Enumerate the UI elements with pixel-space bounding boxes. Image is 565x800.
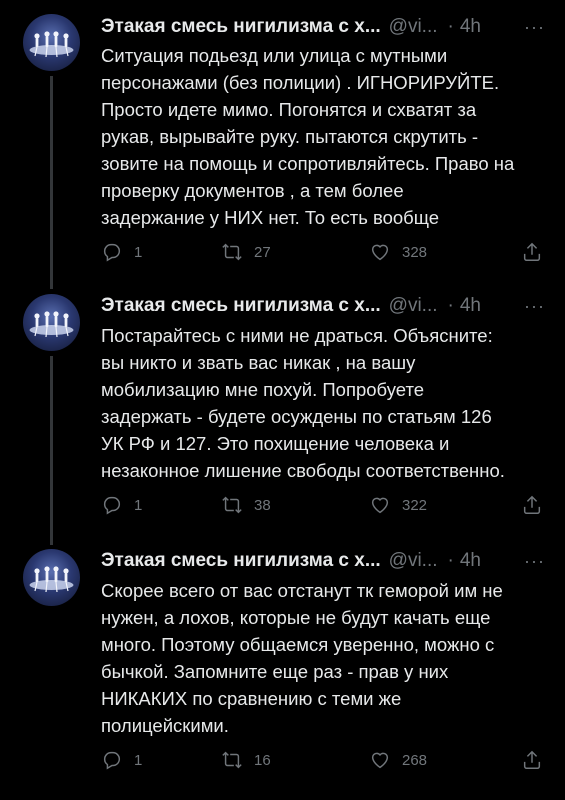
author-name[interactable]: Этакая смесь нигилизма с х...: [101, 293, 381, 319]
reply-icon: [103, 751, 121, 770]
share-button[interactable]: [521, 240, 543, 264]
author-name[interactable]: Этакая смесь нигилизма с х...: [101, 548, 381, 574]
tweet-text-line: бычкой. Запомните еще раз - прав у них: [101, 661, 449, 682]
retweet-icon: [222, 496, 242, 514]
tweet-text-line: рукав, вырывайте руку. пытаются скрутить…: [101, 126, 479, 147]
tweet-header: Этакая смесь нигилизма с х... @vi... · 4…: [101, 548, 545, 574]
author-handle[interactable]: @vi...: [389, 14, 438, 40]
author-handle[interactable]: @vi...: [389, 548, 438, 574]
tweet-text-line: вы никто и звать вас никак , на вашу: [101, 352, 416, 373]
author-handle[interactable]: @vi...: [389, 293, 438, 319]
reply-icon: [103, 496, 121, 515]
tweet-text-line: Постарайтесь с ними не драться. Объяснит…: [101, 325, 493, 346]
avatar-image: [29, 31, 74, 58]
reply-count: 1: [134, 496, 143, 514]
tweet-text-line: УК РФ и 127. Это похищение человека и: [101, 433, 450, 454]
tweet-header: Этакая смесь нигилизма с х... @vi... · 4…: [101, 293, 545, 319]
separator-dot: ·: [447, 295, 454, 316]
tweet[interactable]: Этакая смесь нигилизма с х... @vi... · 4…: [0, 531, 565, 794]
retweet-icon: [222, 751, 242, 769]
separator-dot: ·: [447, 16, 454, 37]
avatar[interactable]: [23, 549, 80, 606]
author-name[interactable]: Этакая смесь нигилизма с х...: [101, 14, 381, 40]
retweet-button[interactable]: 38: [221, 493, 271, 517]
tweet-text-line: мобилизацию мне похуй. Попробуете: [101, 379, 425, 400]
tweet-text-line: задержание у НИХ нет. То есть вообще: [101, 207, 440, 228]
more-icon[interactable]: ···: [524, 14, 545, 40]
reply-icon: [103, 243, 121, 262]
action-bar: 1 16 268: [101, 748, 547, 772]
tweet-text-line: Просто идете мимо. Погонятся и схватят з…: [101, 99, 477, 120]
timestamp[interactable]: 4h: [460, 293, 481, 319]
tweet[interactable]: Этакая смесь нигилизма с х... @vi... · 4…: [0, 0, 565, 275]
tweet-text-line: незаконное лишение свободы соответственн…: [101, 460, 505, 481]
tweet-text-line: нужен, а лохов, которые не будут качать …: [101, 607, 491, 628]
timestamp[interactable]: 4h: [460, 548, 481, 574]
tweet-text-line: много. Поэтому общаемся уверенно, можно …: [101, 634, 495, 655]
tweet-text-line: зовите на помощь и сопротивляйтесь. Прав…: [101, 153, 515, 174]
heart-icon: [371, 244, 389, 261]
share-icon: [523, 495, 541, 514]
tweet[interactable]: Этакая смесь нигилизма с х... @vi... · 4…: [0, 275, 565, 531]
tweet-header: Этакая смесь нигилизма с х... @vi... · 4…: [101, 14, 545, 40]
tweet-text-line: проверку документов , а тем более: [101, 180, 404, 201]
tweet-text-line: Скорее всего от вас отстанут тк геморой …: [101, 580, 503, 601]
more-icon[interactable]: ···: [524, 293, 545, 319]
tweet-text: Скорее всего от вас отстанут тк геморой …: [101, 577, 546, 739]
heart-icon: [371, 752, 389, 769]
tweet-text-line: задержать - будете осуждены по статьям 1…: [101, 406, 492, 427]
action-bar: 1 38 322: [101, 493, 547, 517]
reply-count: 1: [134, 243, 143, 261]
avatar-image: [29, 566, 74, 593]
like-count: 322: [402, 496, 428, 514]
avatar[interactable]: [23, 14, 80, 71]
tweet-text-line: Ситуация подьезд или улица с мутными: [101, 45, 448, 66]
action-bar: 1 27 328: [101, 240, 547, 264]
thread-line: [50, 76, 53, 275]
thread-line: [50, 356, 53, 531]
tweet-text-line: НИКАКИХ по сравнению с теми же: [101, 688, 402, 709]
avatar-image: [29, 311, 74, 338]
like-count: 328: [402, 243, 428, 261]
reply-count: 1: [134, 751, 143, 769]
tweet-text-line: полицейскими.: [101, 715, 229, 736]
retweet-button[interactable]: 27: [221, 240, 271, 264]
retweet-icon: [222, 243, 242, 261]
timestamp[interactable]: 4h: [460, 14, 481, 40]
tweet-text-line: персонажами (без полиции) . ИГНОРИРУЙТЕ.: [101, 72, 500, 93]
tweet-text: Ситуация подьезд или улица с мутными пер…: [101, 42, 546, 231]
like-count: 268: [402, 751, 428, 769]
reply-button[interactable]: 1: [101, 240, 142, 264]
share-icon: [523, 750, 541, 769]
avatar[interactable]: [23, 294, 80, 351]
tweet-text: Постарайтесь с ними не драться. Объяснит…: [101, 322, 546, 484]
reply-button[interactable]: 1: [101, 748, 142, 772]
retweet-button[interactable]: 16: [221, 748, 271, 772]
retweet-count: 27: [254, 243, 271, 261]
like-button[interactable]: 268: [369, 748, 427, 772]
like-button[interactable]: 328: [369, 240, 427, 264]
share-button[interactable]: [521, 493, 543, 517]
heart-icon: [371, 497, 389, 514]
thread-line: [50, 275, 53, 289]
share-button[interactable]: [521, 748, 543, 772]
like-button[interactable]: 322: [369, 493, 427, 517]
retweet-count: 16: [254, 751, 271, 769]
separator-dot: ·: [447, 550, 454, 571]
reply-button[interactable]: 1: [101, 493, 142, 517]
retweet-count: 38: [254, 496, 271, 514]
share-icon: [523, 242, 541, 261]
thread-line: [50, 531, 53, 545]
more-icon[interactable]: ···: [524, 548, 545, 574]
